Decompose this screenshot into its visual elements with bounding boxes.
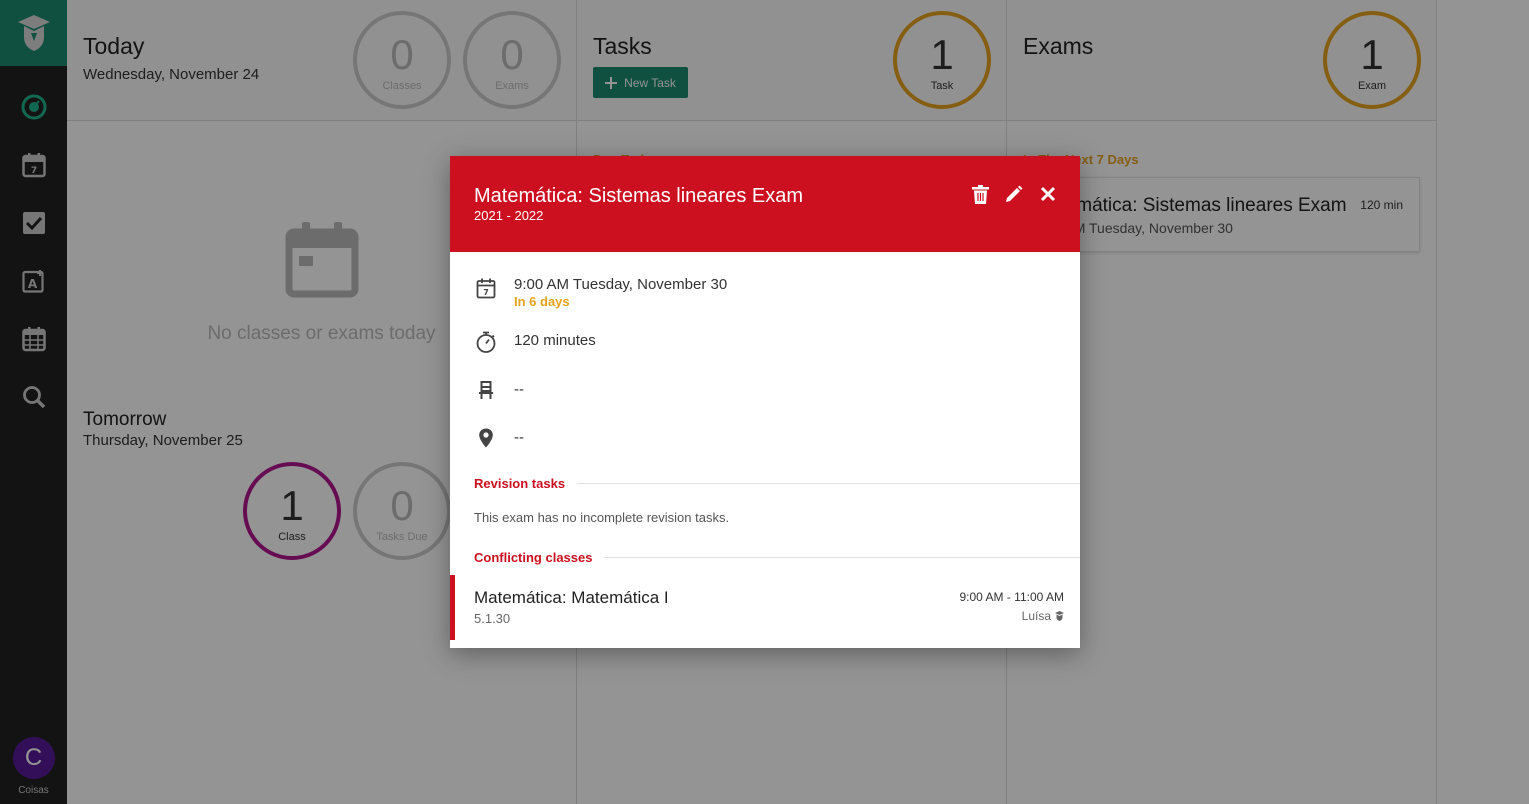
teacher-name: Luísa xyxy=(1021,609,1051,623)
detail-seat-row: -- xyxy=(474,378,524,402)
modal-title: Matemática: Sistemas lineares Exam xyxy=(474,185,804,207)
exam-seat: -- xyxy=(514,381,524,398)
chair-icon xyxy=(474,378,498,402)
revision-tasks-note: This exam has no incomplete revision tas… xyxy=(474,510,730,525)
conflict-class-time: 9:00 AM - 11:00 AM xyxy=(959,590,1064,604)
conflicting-class-item[interactable]: Matemática: Matemática I 5.1.30 9:00 AM … xyxy=(450,575,1080,640)
close-icon xyxy=(1040,186,1056,202)
revision-tasks-title: Revision tasks xyxy=(474,476,566,491)
conflict-class-name: Matemática: Matemática I xyxy=(474,588,669,607)
section-divider xyxy=(604,557,1080,558)
conflicting-classes-heading: Conflicting classes xyxy=(474,550,1080,565)
detail-duration-row: 120 minutes xyxy=(474,330,596,354)
exam-relative-time: In 6 days xyxy=(514,294,570,309)
calendar-icon: 7 xyxy=(474,276,498,300)
stopwatch-icon xyxy=(474,330,498,354)
exam-datetime: 9:00 AM Tuesday, November 30 xyxy=(514,276,728,293)
pencil-icon xyxy=(1006,185,1023,202)
modal-subtitle: 2021 - 2022 xyxy=(474,208,544,223)
edit-button[interactable] xyxy=(1004,183,1024,205)
conflicting-classes-title: Conflicting classes xyxy=(474,550,593,565)
detail-location-row: -- xyxy=(474,426,524,450)
svg-text:7: 7 xyxy=(483,288,489,297)
detail-datetime-row: 7 9:00 AM Tuesday, November 30 In 6 days xyxy=(474,276,727,309)
delete-button[interactable] xyxy=(970,183,990,205)
exam-location: -- xyxy=(514,429,524,446)
exam-detail-modal: Matemática: Sistemas lineares Exam 2021 … xyxy=(450,156,1080,648)
modal-actions xyxy=(970,183,1058,205)
conflict-class-teacher: Luísa xyxy=(1022,609,1064,623)
exam-duration: 120 minutes xyxy=(514,332,596,349)
section-divider xyxy=(577,483,1080,484)
trash-icon xyxy=(971,184,989,204)
modal-header: Matemática: Sistemas lineares Exam 2021 … xyxy=(450,156,1080,252)
conflict-class-room: 5.1.30 xyxy=(474,611,511,626)
teacher-icon xyxy=(1055,611,1064,621)
revision-tasks-heading: Revision tasks xyxy=(474,476,1080,491)
close-button[interactable] xyxy=(1038,183,1058,205)
location-pin-icon xyxy=(474,426,498,450)
